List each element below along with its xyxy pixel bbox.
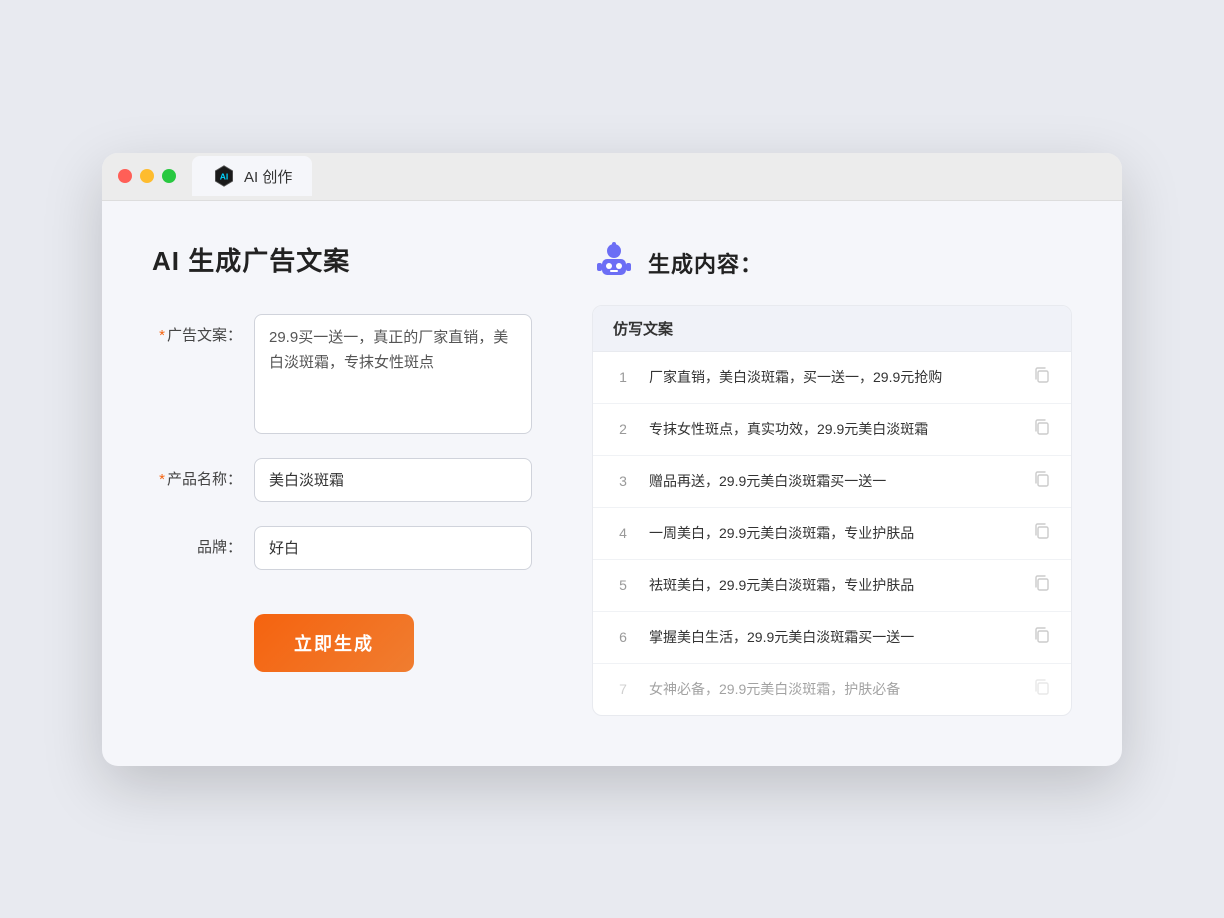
row-text: 掌握美白生活，29.9元美白淡斑霜买一送一 — [649, 627, 1017, 648]
svg-text:AI: AI — [220, 171, 229, 181]
product-name-label: *产品名称： — [152, 458, 242, 489]
product-name-required-star: * — [159, 471, 165, 488]
ad-text-group: *广告文案： 29.9买一送一，真正的厂家直销，美白淡斑霜，专抹女性斑点 — [152, 314, 532, 434]
row-number: 2 — [613, 421, 633, 437]
results-table: 仿写文案 1 厂家直销，美白淡斑霜，买一送一，29.9元抢购 2 专抹女性斑点，真实… — [592, 305, 1072, 716]
row-number: 7 — [613, 681, 633, 697]
row-number: 3 — [613, 473, 633, 489]
copy-icon[interactable] — [1033, 574, 1051, 597]
generate-button[interactable]: 立即生成 — [254, 614, 414, 672]
tab-label: AI 创作 — [244, 166, 292, 187]
row-number: 4 — [613, 525, 633, 541]
brand-label: 品牌： — [152, 526, 242, 557]
results-title: 生成内容： — [648, 247, 763, 279]
maximize-button[interactable] — [162, 169, 176, 183]
table-row: 4 一周美白，29.9元美白淡斑霜，专业护肤品 — [593, 508, 1071, 560]
ai-tab-icon: AI — [212, 164, 236, 188]
minimize-button[interactable] — [140, 169, 154, 183]
product-name-input[interactable] — [254, 458, 532, 502]
close-button[interactable] — [118, 169, 132, 183]
copy-icon[interactable] — [1033, 470, 1051, 493]
browser-window: AI AI 创作 AI 生成广告文案 *广告文案： 29.9买一送一，真正的厂家… — [102, 153, 1122, 766]
robot-icon — [592, 241, 636, 285]
page-title: AI 生成广告文案 — [152, 241, 532, 278]
results-header: 生成内容： — [592, 241, 1072, 285]
product-name-group: *产品名称： — [152, 458, 532, 502]
ai-tab[interactable]: AI AI 创作 — [192, 156, 312, 196]
table-row: 6 掌握美白生活，29.9元美白淡斑霜买一送一 — [593, 612, 1071, 664]
row-number: 5 — [613, 577, 633, 593]
ad-text-label: *广告文案： — [152, 314, 242, 345]
table-row: 5 祛斑美白，29.9元美白淡斑霜，专业护肤品 — [593, 560, 1071, 612]
app-content: AI 生成广告文案 *广告文案： 29.9买一送一，真正的厂家直销，美白淡斑霜，… — [102, 201, 1122, 766]
table-header: 仿写文案 — [593, 306, 1071, 352]
ad-text-input[interactable]: 29.9买一送一，真正的厂家直销，美白淡斑霜，专抹女性斑点 — [254, 314, 532, 434]
brand-group: 品牌： — [152, 526, 532, 570]
table-row: 2 专抹女性斑点，真实功效，29.9元美白淡斑霜 — [593, 404, 1071, 456]
copy-icon[interactable] — [1033, 418, 1051, 441]
row-text: 祛斑美白，29.9元美白淡斑霜，专业护肤品 — [649, 575, 1017, 596]
row-text: 一周美白，29.9元美白淡斑霜，专业护肤品 — [649, 523, 1017, 544]
copy-icon[interactable] — [1033, 522, 1051, 545]
row-text: 专抹女性斑点，真实功效，29.9元美白淡斑霜 — [649, 419, 1017, 440]
left-panel: AI 生成广告文案 *广告文案： 29.9买一送一，真正的厂家直销，美白淡斑霜，… — [152, 241, 532, 716]
copy-icon[interactable] — [1033, 366, 1051, 389]
brand-input[interactable] — [254, 526, 532, 570]
table-row: 7 女神必备，29.9元美白淡斑霜，护肤必备 — [593, 664, 1071, 715]
table-row: 1 厂家直销，美白淡斑霜，买一送一，29.9元抢购 — [593, 352, 1071, 404]
row-text: 赠品再送，29.9元美白淡斑霜买一送一 — [649, 471, 1017, 492]
copy-icon[interactable] — [1033, 626, 1051, 649]
title-bar: AI AI 创作 — [102, 153, 1122, 201]
row-text: 女神必备，29.9元美白淡斑霜，护肤必备 — [649, 679, 1017, 700]
results-list: 1 厂家直销，美白淡斑霜，买一送一，29.9元抢购 2 专抹女性斑点，真实功效，29… — [593, 352, 1071, 715]
traffic-lights — [118, 169, 176, 183]
table-row: 3 赠品再送，29.9元美白淡斑霜买一送一 — [593, 456, 1071, 508]
row-text: 厂家直销，美白淡斑霜，买一送一，29.9元抢购 — [649, 367, 1017, 388]
row-number: 6 — [613, 629, 633, 645]
row-number: 1 — [613, 369, 633, 385]
copy-icon[interactable] — [1033, 678, 1051, 701]
right-panel: 生成内容： 仿写文案 1 厂家直销，美白淡斑霜，买一送一，29.9元抢购 2 专抹女… — [592, 241, 1072, 716]
ad-text-required-star: * — [159, 327, 165, 344]
